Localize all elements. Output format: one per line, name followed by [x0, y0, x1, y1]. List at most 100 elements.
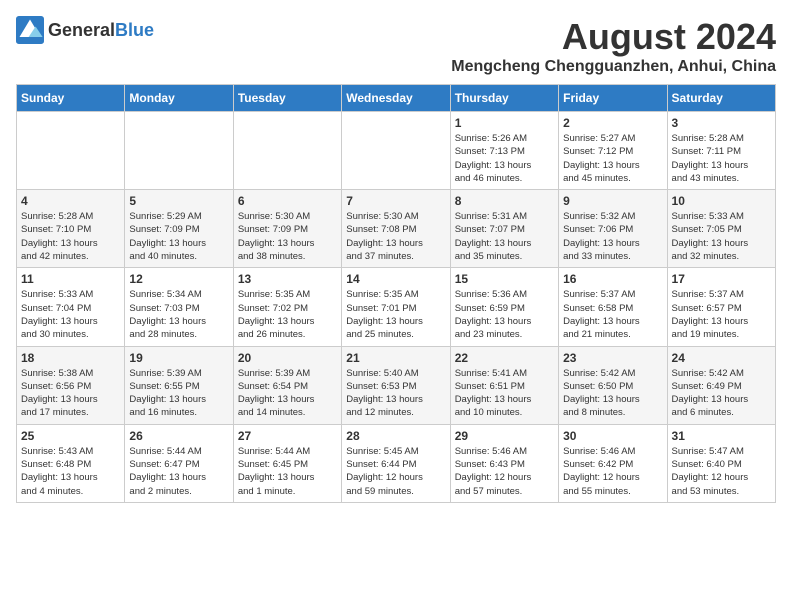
location-title: Mengcheng Chengguanzhen, Anhui, China: [451, 58, 776, 76]
day-number: 31: [672, 429, 771, 443]
calendar-cell: 1 Sunrise: 5:26 AMSunset: 7:13 PMDaylight…: [450, 112, 558, 190]
weekday-header-monday: Monday: [125, 85, 233, 112]
day-info: Sunrise: 5:47 AMSunset: 6:40 PMDaylight:…: [672, 445, 771, 498]
title-area: August 2024 Mengcheng Chengguanzhen, Anh…: [451, 16, 776, 76]
calendar-cell: 13Sunrise: 5:35 AMSunset: 7:02 PMDayligh…: [233, 268, 341, 346]
logo: GeneralBlue: [16, 16, 154, 44]
calendar-cell: 2 Sunrise: 5:27 AMSunset: 7:12 PMDaylight…: [559, 112, 667, 190]
calendar-cell: 20Sunrise: 5:39 AMSunset: 6:54 PMDayligh…: [233, 346, 341, 424]
calendar-cell: 18 Sunrise: 5:38 AMSunset: 6:56 PMDayligh…: [17, 346, 125, 424]
calendar-cell: 19 Sunrise: 5:39 AMSunset: 6:55 PMDayligh…: [125, 346, 233, 424]
day-info: Sunrise: 5:37 AMSunset: 6:58 PMDaylight:…: [563, 288, 662, 341]
day-number: 28: [346, 429, 445, 443]
calendar-week-4: 18 Sunrise: 5:38 AMSunset: 6:56 PMDayligh…: [17, 346, 776, 424]
day-number: 15: [455, 272, 554, 286]
calendar-cell: [125, 112, 233, 190]
calendar-cell: 27Sunrise: 5:44 AMSunset: 6:45 PMDayligh…: [233, 424, 341, 502]
day-info: Sunrise: 5:37 AMSunset: 6:57 PMDaylight:…: [672, 288, 771, 341]
day-number: 24: [672, 351, 771, 365]
day-info: Sunrise: 5:39 AMSunset: 6:54 PMDaylight:…: [238, 367, 337, 420]
calendar-cell: 31 Sunrise: 5:47 AMSunset: 6:40 PMDayligh…: [667, 424, 775, 502]
day-number: 7: [346, 194, 445, 208]
calendar-cell: [233, 112, 341, 190]
day-info: Sunrise: 5:35 AMSunset: 7:01 PMDaylight:…: [346, 288, 445, 341]
day-number: 19: [129, 351, 228, 365]
day-number: 4: [21, 194, 120, 208]
day-number: 17: [672, 272, 771, 286]
day-info: Sunrise: 5:40 AMSunset: 6:53 PMDaylight:…: [346, 367, 445, 420]
day-info: Sunrise: 5:38 AMSunset: 6:56 PMDaylight:…: [21, 367, 120, 420]
calendar-cell: 16Sunrise: 5:37 AMSunset: 6:58 PMDayligh…: [559, 268, 667, 346]
calendar-cell: 3Sunrise: 5:28 AMSunset: 7:11 PMDaylight…: [667, 112, 775, 190]
month-title: August 2024: [451, 16, 776, 58]
calendar-cell: 17 Sunrise: 5:37 AMSunset: 6:57 PMDayligh…: [667, 268, 775, 346]
day-number: 11: [21, 272, 120, 286]
calendar-cell: 24 Sunrise: 5:42 AMSunset: 6:49 PMDayligh…: [667, 346, 775, 424]
day-number: 21: [346, 351, 445, 365]
calendar-header: SundayMondayTuesdayWednesdayThursdayFrid…: [17, 85, 776, 112]
calendar-table: SundayMondayTuesdayWednesdayThursdayFrid…: [16, 84, 776, 503]
weekday-header-row: SundayMondayTuesdayWednesdayThursdayFrid…: [17, 85, 776, 112]
day-info: Sunrise: 5:42 AMSunset: 6:49 PMDaylight:…: [672, 367, 771, 420]
day-info: Sunrise: 5:39 AMSunset: 6:55 PMDaylight:…: [129, 367, 228, 420]
calendar-cell: 23 Sunrise: 5:42 AMSunset: 6:50 PMDayligh…: [559, 346, 667, 424]
day-number: 27: [238, 429, 337, 443]
day-number: 3: [672, 116, 771, 130]
day-number: 22: [455, 351, 554, 365]
day-number: 2: [563, 116, 662, 130]
day-number: 23: [563, 351, 662, 365]
calendar-cell: 4 Sunrise: 5:28 AMSunset: 7:10 PMDaylight…: [17, 190, 125, 268]
day-info: Sunrise: 5:33 AMSunset: 7:05 PMDaylight:…: [672, 210, 771, 263]
day-info: Sunrise: 5:43 AMSunset: 6:48 PMDaylight:…: [21, 445, 120, 498]
weekday-header-tuesday: Tuesday: [233, 85, 341, 112]
calendar-cell: 30Sunrise: 5:46 AMSunset: 6:42 PMDayligh…: [559, 424, 667, 502]
calendar-cell: 8Sunrise: 5:31 AMSunset: 7:07 PMDaylight…: [450, 190, 558, 268]
day-info: Sunrise: 5:34 AMSunset: 7:03 PMDaylight:…: [129, 288, 228, 341]
day-info: Sunrise: 5:26 AMSunset: 7:13 PMDaylight:…: [455, 132, 554, 185]
day-info: Sunrise: 5:35 AMSunset: 7:02 PMDaylight:…: [238, 288, 337, 341]
day-number: 10: [672, 194, 771, 208]
day-number: 6: [238, 194, 337, 208]
weekday-header-sunday: Sunday: [17, 85, 125, 112]
day-number: 14: [346, 272, 445, 286]
logo-general-text: General: [48, 20, 115, 40]
day-info: Sunrise: 5:33 AMSunset: 7:04 PMDaylight:…: [21, 288, 120, 341]
calendar-body: 1 Sunrise: 5:26 AMSunset: 7:13 PMDaylight…: [17, 112, 776, 503]
day-number: 1: [455, 116, 554, 130]
calendar-cell: 5 Sunrise: 5:29 AMSunset: 7:09 PMDaylight…: [125, 190, 233, 268]
day-number: 9: [563, 194, 662, 208]
calendar-cell: 14 Sunrise: 5:35 AMSunset: 7:01 PMDayligh…: [342, 268, 450, 346]
calendar-cell: 9Sunrise: 5:32 AMSunset: 7:06 PMDaylight…: [559, 190, 667, 268]
day-number: 25: [21, 429, 120, 443]
weekday-header-wednesday: Wednesday: [342, 85, 450, 112]
day-number: 5: [129, 194, 228, 208]
calendar-week-5: 25 Sunrise: 5:43 AMSunset: 6:48 PMDayligh…: [17, 424, 776, 502]
weekday-header-friday: Friday: [559, 85, 667, 112]
logo-blue-text: Blue: [115, 20, 154, 40]
calendar-cell: 10 Sunrise: 5:33 AMSunset: 7:05 PMDayligh…: [667, 190, 775, 268]
calendar-cell: 6Sunrise: 5:30 AMSunset: 7:09 PMDaylight…: [233, 190, 341, 268]
day-info: Sunrise: 5:30 AMSunset: 7:08 PMDaylight:…: [346, 210, 445, 263]
day-number: 18: [21, 351, 120, 365]
day-info: Sunrise: 5:42 AMSunset: 6:50 PMDaylight:…: [563, 367, 662, 420]
calendar-week-3: 11 Sunrise: 5:33 AMSunset: 7:04 PMDayligh…: [17, 268, 776, 346]
calendar-cell: 12Sunrise: 5:34 AMSunset: 7:03 PMDayligh…: [125, 268, 233, 346]
weekday-header-thursday: Thursday: [450, 85, 558, 112]
day-info: Sunrise: 5:28 AMSunset: 7:10 PMDaylight:…: [21, 210, 120, 263]
calendar-cell: [342, 112, 450, 190]
day-number: 26: [129, 429, 228, 443]
day-info: Sunrise: 5:27 AMSunset: 7:12 PMDaylight:…: [563, 132, 662, 185]
calendar-cell: 29Sunrise: 5:46 AMSunset: 6:43 PMDayligh…: [450, 424, 558, 502]
calendar-cell: 26 Sunrise: 5:44 AMSunset: 6:47 PMDayligh…: [125, 424, 233, 502]
day-info: Sunrise: 5:44 AMSunset: 6:47 PMDaylight:…: [129, 445, 228, 498]
calendar-cell: [17, 112, 125, 190]
calendar-week-2: 4 Sunrise: 5:28 AMSunset: 7:10 PMDaylight…: [17, 190, 776, 268]
calendar-cell: 28Sunrise: 5:45 AMSunset: 6:44 PMDayligh…: [342, 424, 450, 502]
day-info: Sunrise: 5:41 AMSunset: 6:51 PMDaylight:…: [455, 367, 554, 420]
logo-icon: [16, 16, 44, 44]
calendar-cell: 15Sunrise: 5:36 AMSunset: 6:59 PMDayligh…: [450, 268, 558, 346]
calendar-cell: 21 Sunrise: 5:40 AMSunset: 6:53 PMDayligh…: [342, 346, 450, 424]
day-info: Sunrise: 5:46 AMSunset: 6:42 PMDaylight:…: [563, 445, 662, 498]
day-info: Sunrise: 5:29 AMSunset: 7:09 PMDaylight:…: [129, 210, 228, 263]
day-info: Sunrise: 5:31 AMSunset: 7:07 PMDaylight:…: [455, 210, 554, 263]
